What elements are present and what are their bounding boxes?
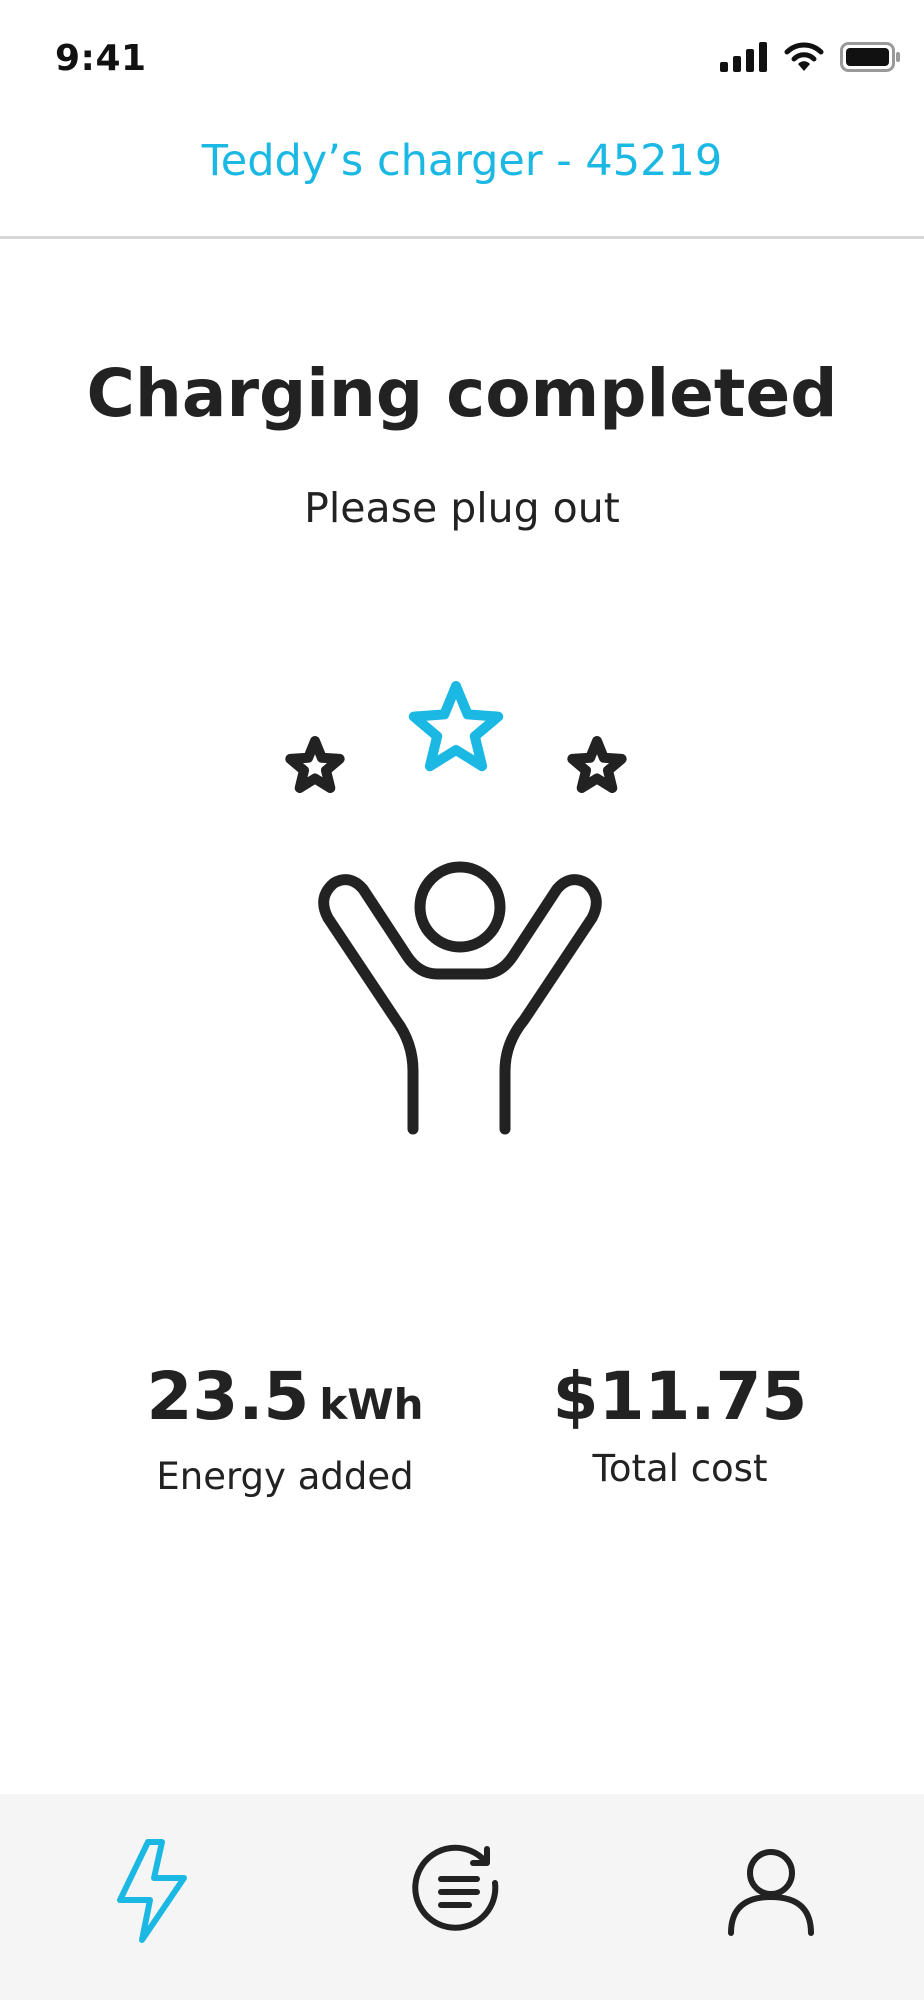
cost-label: Total cost <box>592 1447 768 1490</box>
charger-title: Teddy’s charger - 45219 <box>201 136 723 186</box>
energy-added-stat: 23.5 kWh Energy added <box>95 1355 475 1498</box>
history-icon <box>411 1843 507 1943</box>
status-bar: 9:41 <box>0 0 924 120</box>
status-time: 9:41 <box>55 38 147 79</box>
lightning-icon <box>112 1836 192 1950</box>
wifi-icon <box>784 42 824 76</box>
signal-icon <box>720 42 768 76</box>
tab-charge[interactable] <box>97 1838 207 1948</box>
page-subtitle: Please plug out <box>304 484 620 532</box>
page-title: Charging completed <box>86 355 838 432</box>
total-cost-stat: $11.75 Total cost <box>490 1355 870 1490</box>
tab-history[interactable] <box>404 1838 514 1948</box>
bottom-tab-bar <box>0 1794 924 2000</box>
energy-unit: kWh <box>319 1380 424 1429</box>
energy-label: Energy added <box>156 1455 414 1498</box>
celebrating-person-with-stars-icon <box>255 675 669 1155</box>
tab-profile[interactable] <box>716 1838 826 1948</box>
profile-icon <box>725 1845 817 1941</box>
energy-number: 23.5 <box>146 1358 310 1435</box>
energy-value: 23.5 kWh <box>95 1355 475 1447</box>
header-divider <box>0 236 924 239</box>
cost-value: $11.75 <box>552 1358 808 1435</box>
status-icons <box>720 42 902 76</box>
battery-icon <box>840 42 902 76</box>
